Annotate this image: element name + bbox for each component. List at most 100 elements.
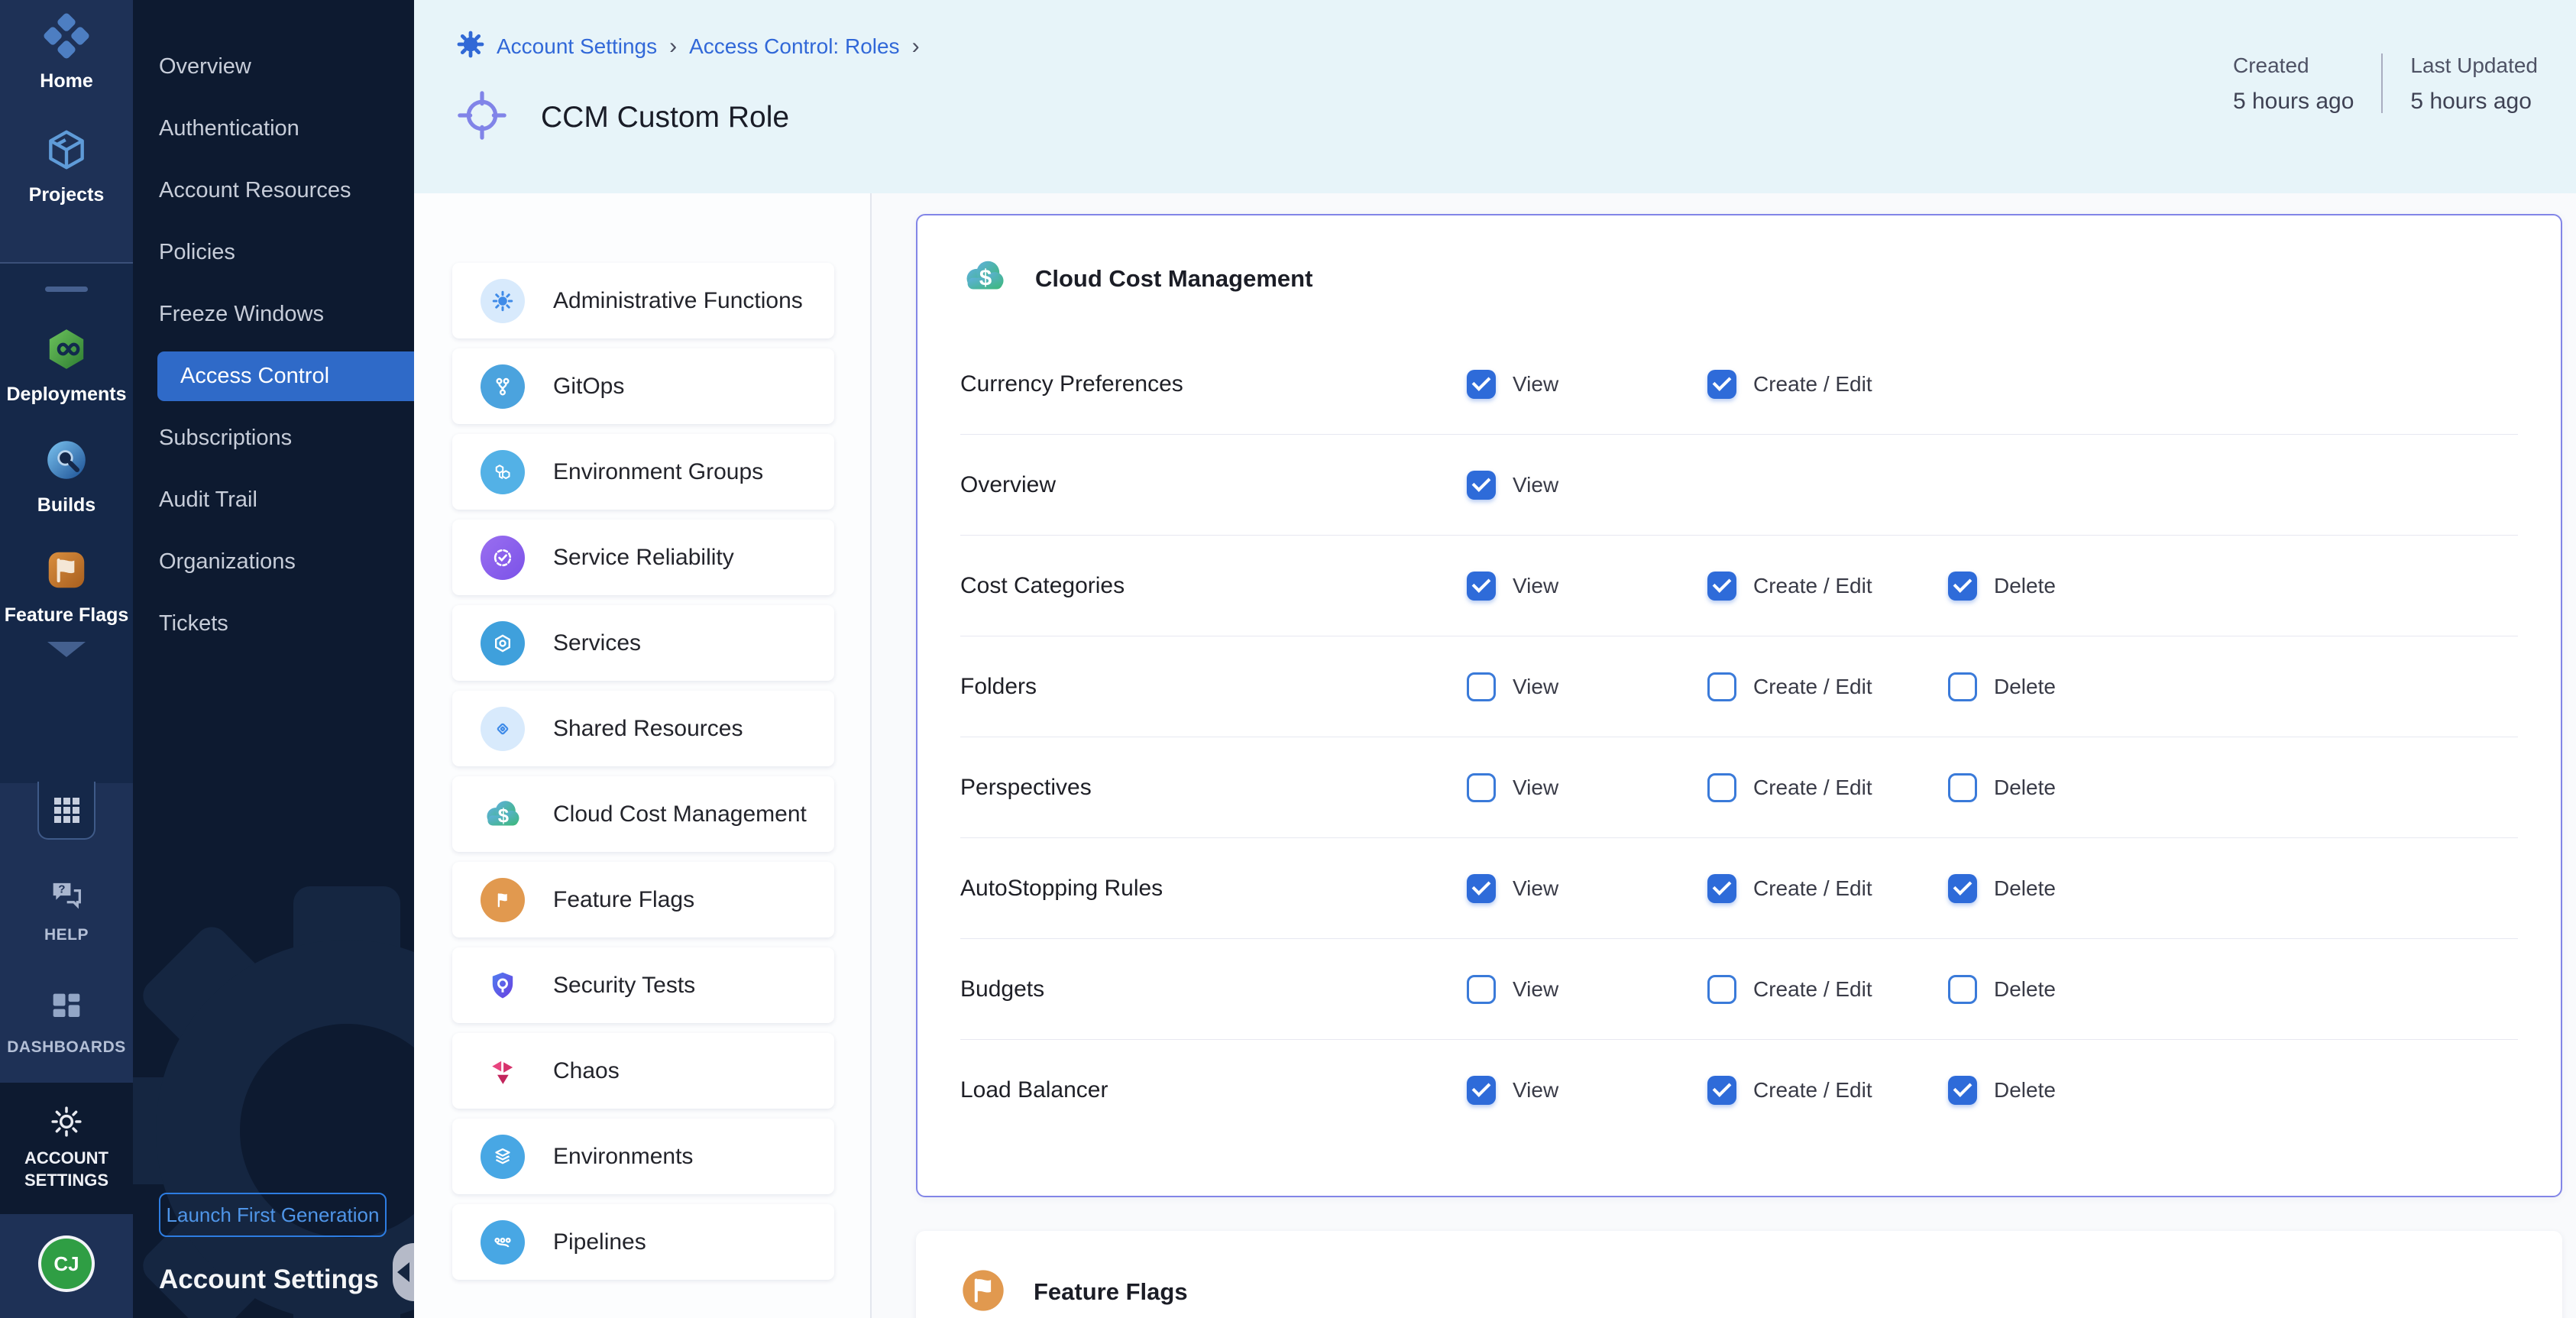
create-edit-checkbox[interactable] (1707, 773, 1736, 802)
sidebar-item-subscriptions[interactable]: Subscriptions (133, 407, 414, 469)
resource-card-chaos[interactable]: Chaos (452, 1033, 834, 1109)
harness-logo-icon (43, 12, 90, 63)
rail-label: Home (40, 71, 92, 92)
resource-card-cloud-cost-management[interactable]: $ Cloud Cost Management (452, 776, 834, 852)
permission-row-overview: Overview View Create / Edit Delete (960, 435, 2518, 536)
hexagon-target-icon (481, 621, 525, 665)
sidebar-item-policies[interactable]: Policies (133, 222, 414, 283)
view-checkbox[interactable] (1467, 572, 1496, 601)
resource-card-feature-flags[interactable]: Feature Flags (452, 862, 834, 937)
chevron-down-icon[interactable] (47, 642, 86, 657)
gear-icon (457, 31, 484, 62)
created-label: Created (2233, 53, 2354, 78)
created-value: 5 hours ago (2233, 89, 2354, 115)
resource-card-environments[interactable]: Environments (452, 1119, 834, 1194)
avatar[interactable]: CJ (41, 1239, 92, 1289)
account-settings-sidebar: Overview Authentication Account Resource… (133, 0, 414, 1318)
rail-item-feature-flags[interactable]: Feature Flags (0, 546, 133, 627)
content-area: Administrative Functions GitOps Environm… (414, 193, 2576, 1318)
rail-account-settings[interactable]: ACCOUNTSETTINGS (0, 1083, 133, 1214)
view-checkbox[interactable] (1467, 773, 1496, 802)
launch-first-generation-button[interactable]: Launch First Generation (159, 1193, 387, 1237)
resource-card-service-reliability[interactable]: Service Reliability (452, 520, 834, 595)
rail-item-help[interactable]: ? HELP (0, 875, 133, 944)
delete-checkbox[interactable] (1948, 874, 1977, 903)
svg-text:?: ? (58, 883, 65, 896)
permission-row-perspectives: Perspectives View Create / Edit Delete (960, 737, 2518, 838)
breadcrumb: Account Settings › Access Control: Roles… (457, 31, 920, 62)
breadcrumb-access-control-roles[interactable]: Access Control: Roles (689, 34, 899, 59)
rail-item-dashboards[interactable]: DASHBOARDS (0, 987, 133, 1057)
view-checkbox[interactable] (1467, 975, 1496, 1004)
create-edit-checkbox[interactable] (1707, 975, 1736, 1004)
sidebar-item-tickets[interactable]: Tickets (133, 593, 414, 655)
rail-utility-section: ? HELP DASHBOARDS (0, 783, 133, 1083)
sidebar-item-authentication[interactable]: Authentication (133, 98, 414, 160)
delete-checkbox[interactable] (1948, 975, 1977, 1004)
flag-icon (481, 878, 525, 922)
gear-watermark (133, 856, 414, 1318)
feature-flags-permissions-card: Feature Flags (916, 1231, 2562, 1318)
view-checkbox[interactable] (1467, 1076, 1496, 1105)
hexagon-group-icon (481, 450, 525, 494)
green-hexagon-infinity-icon (43, 325, 90, 377)
delete-checkbox[interactable] (1948, 672, 1977, 701)
view-checkbox[interactable] (1467, 370, 1496, 399)
delete-checkbox[interactable] (1948, 572, 1977, 601)
diamond-icon (481, 707, 525, 751)
resource-card-shared-resources[interactable]: Shared Resources (452, 691, 834, 766)
permission-row-autostopping-rules: AutoStopping Rules View Create / Edit De… (960, 838, 2518, 939)
section-title: Feature Flags (1034, 1278, 1188, 1306)
sidebar-item-audit-trail[interactable]: Audit Trail (133, 469, 414, 531)
resource-card-pipelines[interactable]: Pipelines (452, 1204, 834, 1280)
permission-row-budgets: Budgets View Create / Edit Delete (960, 939, 2518, 1040)
sidebar-item-overview[interactable]: Overview (133, 36, 414, 98)
rail-item-home[interactable]: Home (0, 12, 133, 92)
view-checkbox[interactable] (1467, 874, 1496, 903)
resource-card-services[interactable]: Services (452, 605, 834, 681)
main-area: Account Settings › Access Control: Roles… (414, 0, 2576, 1318)
page-header: Account Settings › Access Control: Roles… (414, 0, 2576, 193)
permissions-panel: $ Cloud Cost Management Currency Prefere… (872, 193, 2576, 1318)
collapse-arrow-icon (397, 1262, 409, 1282)
rail-item-projects[interactable]: Projects (0, 126, 133, 206)
permission-row-folders: Folders View Create / Edit Delete (960, 636, 2518, 737)
resource-card-administrative-functions[interactable]: Administrative Functions (452, 263, 834, 338)
sidebar-item-account-resources[interactable]: Account Resources (133, 160, 414, 222)
sidebar-collapse-button[interactable] (393, 1243, 414, 1301)
create-edit-checkbox[interactable] (1707, 874, 1736, 903)
cloud-dollar-icon: $ (960, 252, 1009, 305)
create-edit-checkbox[interactable] (1707, 1076, 1736, 1105)
rail-label: HELP (44, 926, 89, 944)
rail-label: Projects (29, 185, 105, 206)
rail-label: Builds (37, 495, 95, 517)
ccm-permissions-card: $ Cloud Cost Management Currency Prefere… (916, 214, 2562, 1197)
view-checkbox[interactable] (1467, 672, 1496, 701)
permission-row-currency-preferences: Currency Preferences View Create / Edit … (960, 334, 2518, 435)
delete-checkbox[interactable] (1948, 1076, 1977, 1105)
resource-card-environment-groups[interactable]: Environment Groups (452, 434, 834, 510)
view-checkbox[interactable] (1467, 471, 1496, 500)
sidebar-item-access-control[interactable]: Access Control (157, 351, 414, 401)
resource-card-gitops[interactable]: GitOps (452, 348, 834, 424)
drag-handle[interactable] (45, 287, 88, 292)
sidebar-title: Account Settings (159, 1265, 379, 1295)
pipeline-nodes-icon (481, 1220, 525, 1265)
breadcrumb-account-settings[interactable]: Account Settings (497, 34, 657, 59)
sidebar-menu: Overview Authentication Account Resource… (133, 0, 414, 655)
rail-modules-section: Deployments Builds Feature Flags (0, 264, 133, 783)
rail-item-deployments[interactable]: Deployments (0, 325, 133, 406)
module-selector-button[interactable] (37, 782, 95, 840)
chat-question-icon: ? (47, 875, 86, 918)
sidebar-item-organizations[interactable]: Organizations (133, 531, 414, 593)
breadcrumb-separator: › (912, 34, 920, 60)
rail-item-builds[interactable]: Builds (0, 436, 133, 517)
delete-checkbox[interactable] (1948, 773, 1977, 802)
create-edit-checkbox[interactable] (1707, 370, 1736, 399)
resource-card-security-tests[interactable]: Security Tests (452, 947, 834, 1023)
chaos-triangles-icon (481, 1049, 525, 1093)
sidebar-item-freeze-windows[interactable]: Freeze Windows (133, 283, 414, 345)
section-title: Cloud Cost Management (1035, 265, 1312, 293)
create-edit-checkbox[interactable] (1707, 672, 1736, 701)
create-edit-checkbox[interactable] (1707, 572, 1736, 601)
